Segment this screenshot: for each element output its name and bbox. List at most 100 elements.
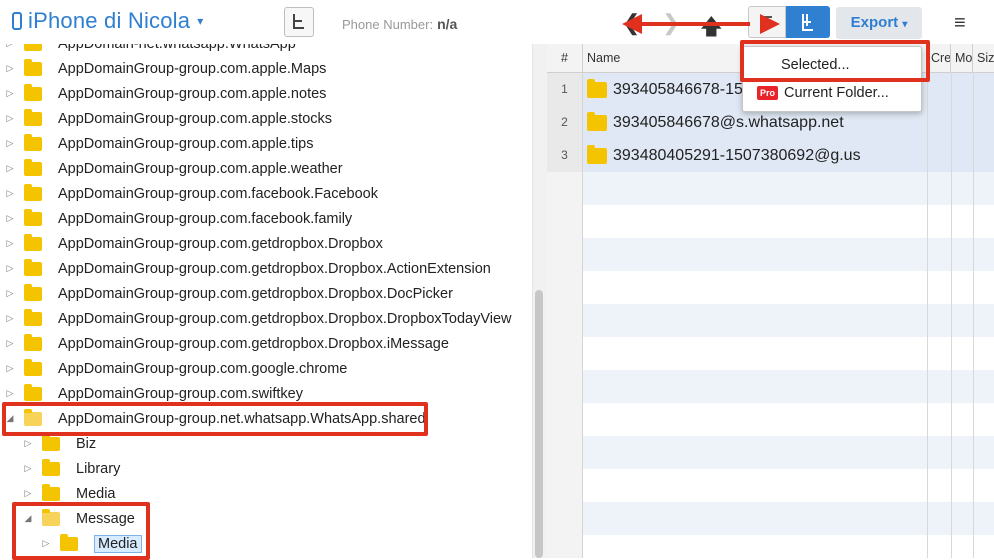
collapsed-arrow-icon[interactable]: ▷ (22, 463, 34, 474)
row-number (547, 370, 583, 403)
phone-number: Phone Number: n/a (342, 16, 457, 32)
row-number (547, 172, 583, 205)
collapsed-arrow-icon[interactable]: ▷ (4, 113, 16, 124)
folder-icon (587, 144, 607, 164)
up-arrow-icon[interactable]: 🡅 (700, 10, 723, 48)
row-name: 393405846678-15 (587, 73, 743, 106)
row-number: 1 (547, 73, 583, 106)
folder-icon (24, 208, 42, 226)
folder-icon (24, 83, 42, 101)
tree-item-label: AppDomainGroup-group.com.apple.weather (58, 160, 343, 177)
collapsed-arrow-icon[interactable]: ▷ (4, 163, 16, 174)
row-number (547, 238, 583, 271)
row-number (547, 535, 583, 558)
collapsed-arrow-icon[interactable]: ▷ (4, 288, 16, 299)
column-view-button[interactable] (786, 6, 830, 38)
tree-item-label: AppDomainGroup-group.com.swiftkey (58, 385, 303, 402)
tree-item[interactable]: ▷ AppDomainGroup-group.com.apple.tips (4, 131, 314, 156)
collapsed-arrow-icon[interactable]: ▷ (4, 213, 16, 224)
collapsed-arrow-icon[interactable]: ▷ (4, 238, 16, 249)
folder-icon (587, 111, 607, 131)
tree-item-label: AppDomainGroup-group.com.getdropbox.Drop… (58, 235, 383, 252)
collapsed-arrow-icon[interactable]: ▷ (4, 188, 16, 199)
tree-item[interactable]: ▷ AppDomainGroup-group.com.apple.Maps (4, 56, 326, 81)
collapsed-arrow-icon[interactable]: ▷ (4, 338, 16, 349)
tree-item-label: AppDomain-net.whatsapp.WhatsApp (58, 44, 296, 52)
tree-item[interactable]: ▷ AppDomainGroup-group.com.getdropbox.Dro… (4, 256, 491, 281)
tree-item[interactable]: ▷ AppDomainGroup-group.com.getdropbox.Dro… (4, 306, 512, 331)
row-name-text: 393405846678-15 (613, 80, 743, 98)
col-header-modified[interactable]: Mo (951, 44, 973, 72)
collapsed-arrow-icon[interactable]: ▷ (4, 63, 16, 74)
file-grid: # Name Cre Mo Siz 1 393405846678-15 2 39340… (547, 44, 994, 558)
collapsed-arrow-icon[interactable]: ▷ (4, 138, 16, 149)
export-button[interactable]: Export ▾ (836, 7, 922, 39)
tree-item-label: AppDomainGroup-group.com.getdropbox.Drop… (58, 310, 512, 327)
folder-icon (42, 433, 60, 451)
phone-icon (12, 12, 22, 30)
folder-icon (24, 233, 42, 251)
collapsed-arrow-icon[interactable]: ▷ (4, 88, 16, 99)
collapsed-arrow-icon[interactable]: ▷ (4, 263, 16, 274)
collapsed-arrow-icon[interactable]: ▷ (22, 438, 34, 449)
column-divider (927, 72, 928, 558)
col-header-created[interactable]: Cre (927, 44, 951, 72)
folder-tree: ▷ AppDomain-net.whatsapp.WhatsApp ▷ AppDoma… (0, 44, 546, 558)
column-divider (973, 72, 974, 558)
folder-icon (42, 458, 60, 476)
tree-item-label: Biz (76, 435, 97, 452)
folder-icon (24, 133, 42, 151)
collapsed-arrow-icon[interactable]: ▷ (4, 363, 16, 374)
tree-item-label: Library (76, 460, 121, 477)
tree-item[interactable]: ▷ AppDomainGroup-group.com.apple.stocks (4, 106, 332, 131)
columns-icon (802, 14, 813, 31)
folder-icon (24, 108, 42, 126)
tree-view-button[interactable] (284, 7, 314, 37)
tree-item-label: AppDomainGroup-group.com.apple.notes (58, 85, 327, 102)
folder-icon (24, 44, 42, 51)
tree-item[interactable]: ▷ AppDomainGroup-group.com.apple.notes (4, 81, 326, 106)
chevron-down-icon: ▾ (197, 14, 204, 28)
tree-item[interactable]: ▷ AppDomainGroup-group.com.apple.weather (4, 156, 343, 181)
device-selector[interactable]: iPhone di Nicola ▾ (12, 8, 203, 34)
tree-item-label: AppDomainGroup-group.com.google.chrome (58, 360, 348, 377)
annotation-box-message-media (12, 502, 150, 560)
row-number (547, 337, 583, 370)
current-folder-label: Current Folder... (784, 85, 889, 101)
tree-item[interactable]: ▷ Library (22, 456, 120, 481)
tree-item[interactable]: ▷ AppDomainGroup-group.com.google.chrome (4, 356, 347, 381)
annotation-arrow (640, 22, 750, 26)
collapsed-arrow-icon[interactable]: ▷ (4, 388, 16, 399)
tree-item-label: AppDomainGroup-group.com.apple.Maps (58, 60, 327, 77)
tree-item[interactable]: ▷ AppDomainGroup-group.com.getdropbox.Dro… (4, 331, 449, 356)
row-number (547, 304, 583, 337)
export-label: Export (850, 14, 899, 31)
row-name-text: 393405846678@s.whatsapp.net (613, 113, 844, 131)
phone-number-value: n/a (437, 16, 458, 32)
export-current-folder-item[interactable]: Pro Current Folder... (743, 79, 921, 107)
tree-item-label: AppDomainGroup-group.com.apple.tips (58, 135, 314, 152)
folder-icon (24, 333, 42, 351)
tree-item[interactable]: ▷ AppDomainGroup-group.com.facebook.famil… (4, 206, 352, 231)
hamburger-menu-icon[interactable]: ≡ (954, 12, 966, 35)
tree-item-label: Media (76, 485, 116, 502)
row-number (547, 205, 583, 238)
annotation-arrowhead-left (622, 14, 642, 34)
folder-icon (24, 283, 42, 301)
row-name: 393480405291-1507380692@g.us (587, 139, 861, 172)
folder-icon (42, 483, 60, 501)
tree-item[interactable]: ▷ AppDomainGroup-group.com.getdropbox.Dro… (4, 231, 383, 256)
tree-icon (293, 14, 304, 29)
tree-scroll-thumb[interactable] (535, 290, 543, 558)
toolbar: iPhone di Nicola ▾ Phone Number:n/a ❮ ❯ … (0, 0, 994, 45)
tree-item[interactable]: ▷ AppDomainGroup-group.com.getdropbox.Dro… (4, 281, 453, 306)
collapsed-arrow-icon[interactable]: ▷ (4, 313, 16, 324)
tree-item[interactable]: ▷ AppDomain-net.whatsapp.WhatsApp (4, 44, 296, 56)
row-number (547, 502, 583, 535)
tree-item[interactable]: ▷ AppDomainGroup-group.com.facebook.Faceb… (4, 181, 378, 206)
col-header-size[interactable]: Siz (973, 44, 994, 72)
collapsed-arrow-icon[interactable]: ▷ (22, 488, 34, 499)
annotation-box-shared-folder (2, 402, 428, 436)
collapsed-arrow-icon[interactable]: ▷ (4, 44, 16, 49)
col-header-number[interactable]: # (547, 44, 583, 72)
